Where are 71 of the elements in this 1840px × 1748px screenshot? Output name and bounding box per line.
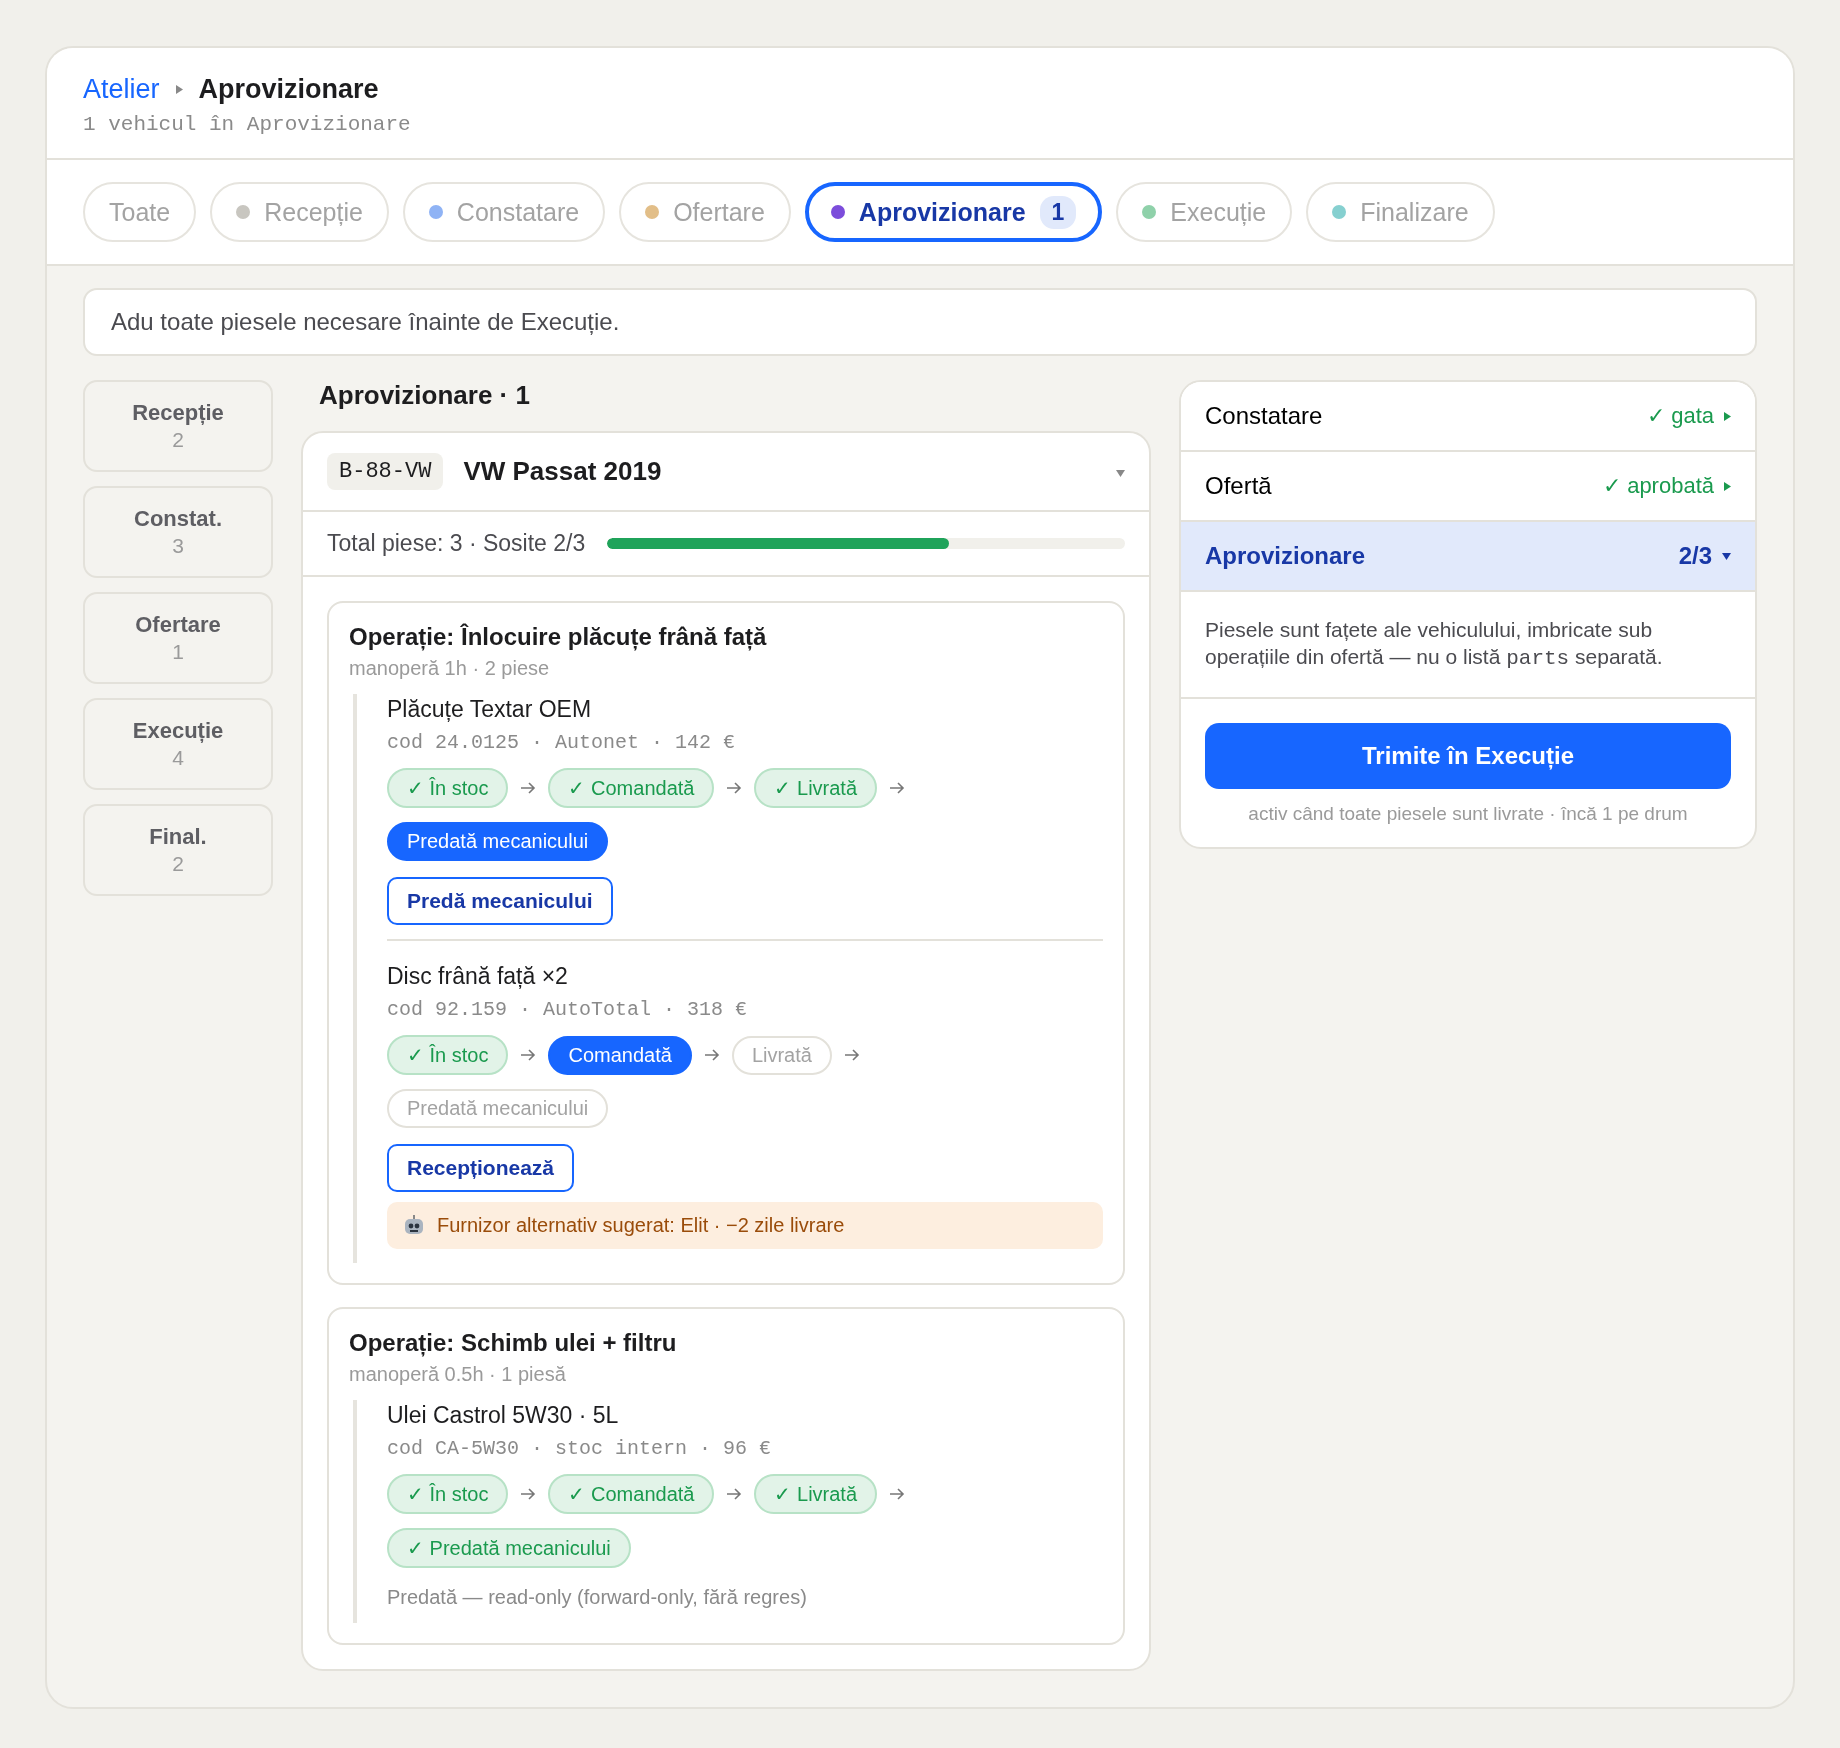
status-chip: ✓ Predată mecanicului bbox=[387, 1528, 631, 1568]
operation-meta: manoperă 0.5h · 1 piesă bbox=[349, 1363, 567, 1386]
arrow-icon bbox=[889, 1488, 906, 1500]
stage-card[interactable]: Ofertare 1 bbox=[83, 592, 273, 684]
status-chip: ✓ În stoc bbox=[387, 768, 509, 808]
arrow-icon bbox=[726, 782, 743, 794]
stage-row[interactable]: Aprovizionare 2/3 bbox=[1181, 522, 1755, 592]
action-button[interactable]: Recepționează bbox=[387, 1144, 575, 1192]
stage-label: Constat. bbox=[134, 506, 222, 532]
status-chip: Livrată bbox=[731, 1035, 832, 1075]
send-button[interactable]: Trimite în Execuție bbox=[1205, 722, 1731, 789]
action-button[interactable]: Predă mecanicului bbox=[387, 877, 613, 925]
stage-count: 2 bbox=[172, 852, 184, 876]
arrow-icon bbox=[889, 782, 906, 794]
part-code: cod CA-5W30 · stoc intern · 96 € bbox=[387, 1437, 773, 1460]
filter-tab[interactable]: Aprovizionare 1 bbox=[804, 182, 1103, 242]
status-chip: ✓ În stoc bbox=[387, 1035, 509, 1075]
stage-count: 3 bbox=[172, 534, 184, 558]
part-code: cod 92.159 · AutoTotal · 318 € bbox=[387, 998, 749, 1021]
panel-note: Piesele sunt fațete ale vehiculului, imbricate sub operațiile din ofertă — nu o listă parts separată. bbox=[1181, 592, 1755, 699]
info-banner: Adu toate piesele necesare înainte de Execuție. bbox=[83, 288, 1757, 356]
operation-title: Operație: Înlocuire plăcuțe frână față bbox=[349, 623, 768, 651]
arrow-icon bbox=[843, 1049, 860, 1061]
arrow-icon bbox=[520, 782, 537, 794]
count-badge: 1 bbox=[1039, 195, 1077, 229]
part-name: Plăcuțe Textar OEM bbox=[387, 696, 593, 723]
stage-count: 4 bbox=[172, 746, 184, 770]
stage-card[interactable]: Final. 2 bbox=[83, 804, 273, 896]
status-chip: Predată mecanicului bbox=[387, 1089, 609, 1128]
status-chip: ✓ În stoc bbox=[387, 1474, 509, 1514]
vehicle-name: VW Passat 2019 bbox=[463, 456, 663, 487]
status-chip: ✓ Comandată bbox=[548, 1474, 715, 1514]
operation-meta: manoperă 1h · 2 piese bbox=[349, 657, 551, 680]
page-title: Aprovizionare bbox=[198, 74, 379, 105]
suggestion-text: Furnizor alternativ sugerat: Elit · −2 zile livrare bbox=[437, 1214, 845, 1237]
part-name: Ulei Castrol 5W30 · 5L bbox=[387, 1402, 620, 1429]
caret-icon bbox=[1722, 552, 1731, 560]
button-hint: activ când toate piesele sunt livrate · încă 1 pe drum bbox=[1247, 801, 1689, 826]
breadcrumb-link[interactable]: Atelier bbox=[83, 74, 160, 105]
parts-summary: Total piese: 3 · Sosite 2/3 bbox=[327, 530, 586, 557]
operation-title: Operație: Schimb ulei + filtru bbox=[349, 1329, 678, 1357]
arrow-icon bbox=[520, 1488, 537, 1500]
caret-icon bbox=[175, 85, 183, 94]
robot-icon bbox=[403, 1214, 425, 1237]
status-chip: Predată mecanicului bbox=[387, 822, 609, 861]
status-chip: ✓ Comandată bbox=[548, 768, 715, 808]
plate-badge: B-88-VW bbox=[327, 453, 444, 490]
stage-label: Execuție bbox=[132, 718, 224, 744]
part-code: cod 24.0125 · Autonet · 142 € bbox=[387, 731, 737, 754]
arrow-icon bbox=[520, 1049, 537, 1061]
stage-card[interactable]: Execuție 4 bbox=[83, 698, 273, 790]
stage-card[interactable]: Constat. 3 bbox=[83, 486, 273, 578]
status-chip: Comandată bbox=[548, 1035, 692, 1075]
part-note: Predată — read-only (forward-only, fără regres) bbox=[387, 1586, 808, 1609]
stage-count: 1 bbox=[172, 640, 184, 664]
stage-label: Final. bbox=[149, 824, 207, 850]
caret-icon bbox=[1724, 481, 1731, 491]
stage-label: Recepție bbox=[132, 400, 224, 426]
stage-label: Ofertare bbox=[135, 612, 221, 638]
caret-icon bbox=[1116, 469, 1125, 477]
stage-row[interactable]: Constatare ✓ gata bbox=[1181, 382, 1755, 452]
column-title: Aprovizionare · 1 bbox=[318, 380, 531, 412]
status-chip: ✓ Livrată bbox=[754, 768, 878, 808]
arrow-icon bbox=[703, 1049, 720, 1061]
part-name: Disc frână față ×2 bbox=[387, 963, 569, 990]
stage-count: 2 bbox=[172, 428, 184, 452]
status-chip: ✓ Livrată bbox=[754, 1474, 878, 1514]
caret-icon bbox=[1724, 411, 1731, 421]
arrow-icon bbox=[726, 1488, 743, 1500]
stage-card[interactable]: Recepție 2 bbox=[83, 380, 273, 472]
page-subtitle: 1 vehicul în Aprovizionare bbox=[83, 113, 412, 136]
